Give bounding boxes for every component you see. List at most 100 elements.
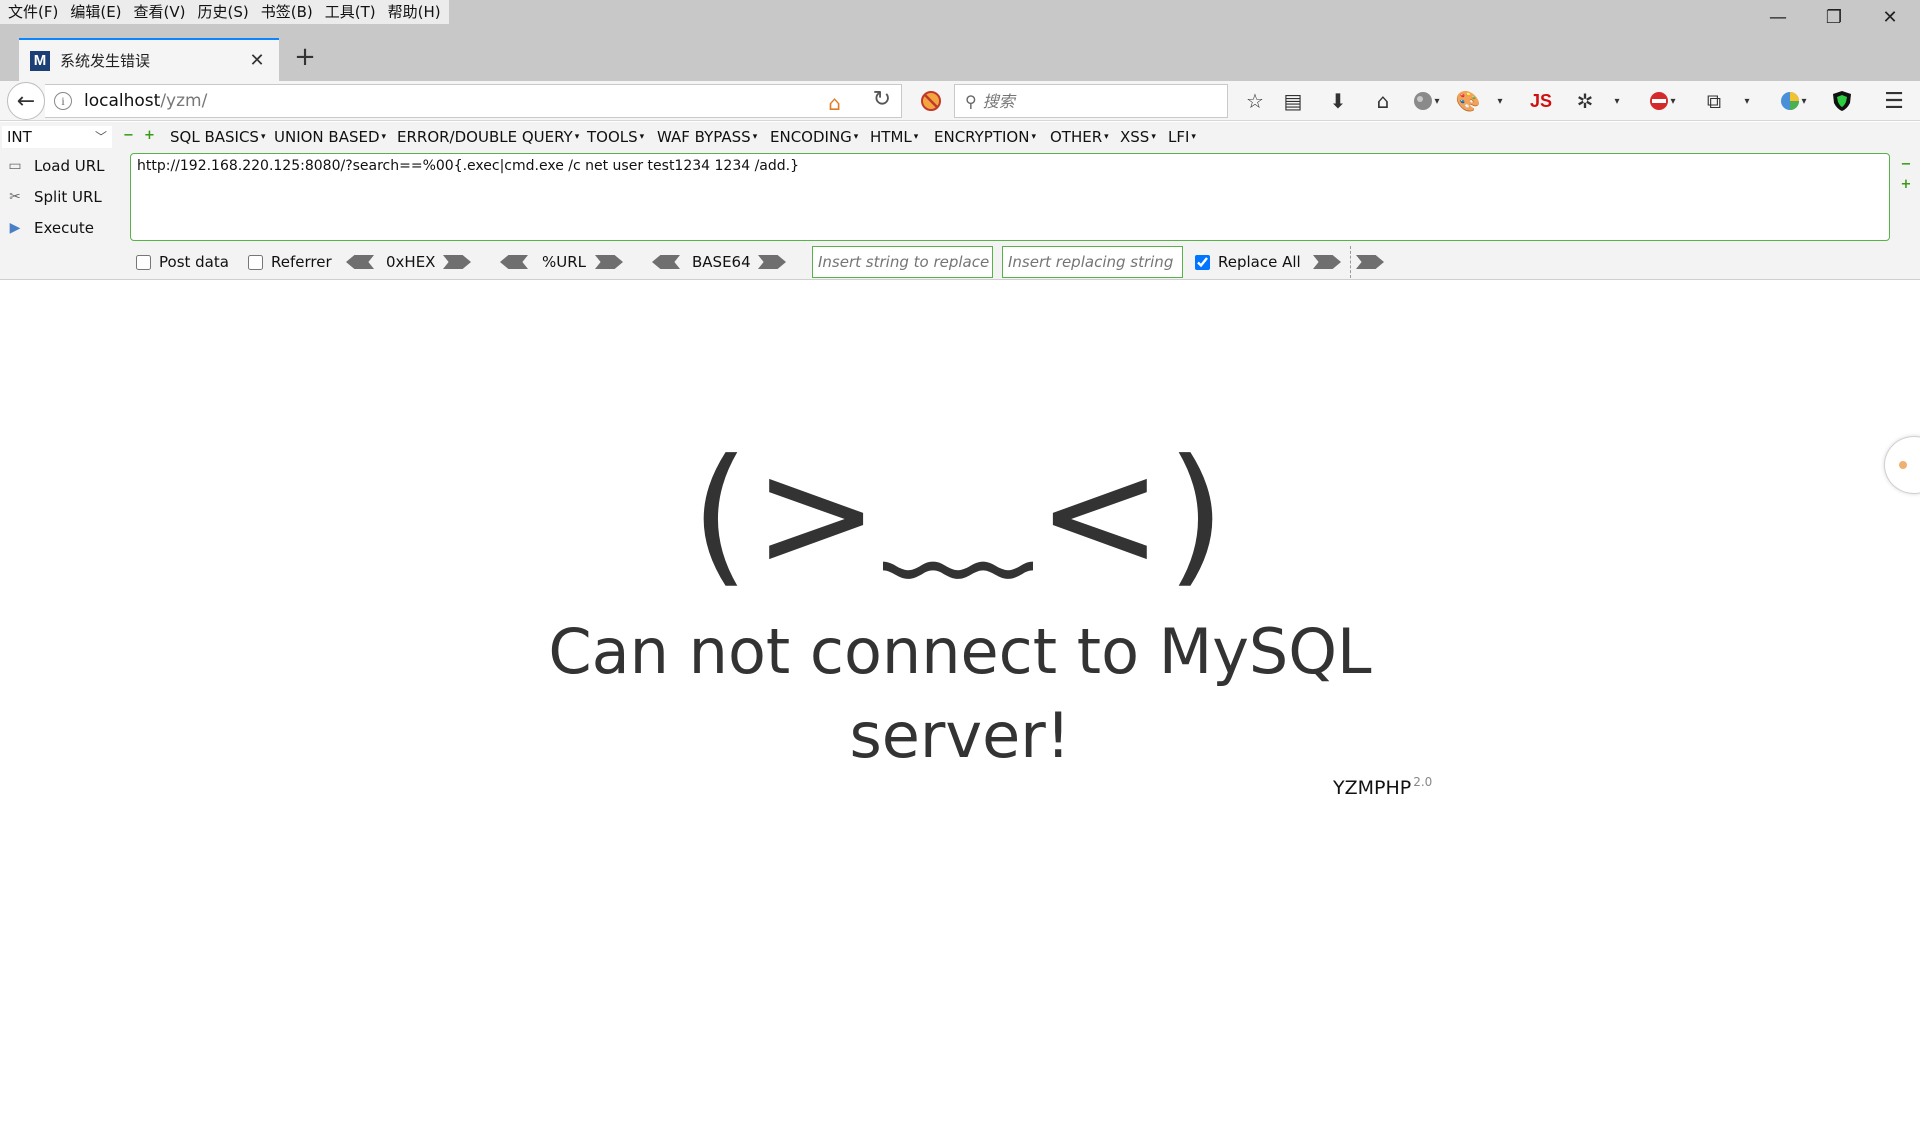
execute-button[interactable]: ▶ Execute [0,215,125,241]
home-button-icon[interactable]: ⌂ [1370,87,1396,115]
menu-encoding[interactable]: ENCODING ▾ [770,126,858,148]
menu-bar: 文件(F) 编辑(E) 查看(V) 历史(S) 书签(B) 工具(T) 帮助(H… [0,0,449,24]
palette-dropdown-icon[interactable]: ▾ [1490,87,1510,115]
reload-icon[interactable]: ↻ [873,87,891,112]
menu-file[interactable]: 文件(F) [4,0,66,24]
post-data-checkbox[interactable]: Post data [136,252,229,272]
hex-decode-arrow-icon[interactable] [346,255,374,269]
tab-title: 系统发生错误 [60,52,151,70]
menu-lfi[interactable]: LFI ▾ [1168,126,1196,148]
scissors-icon: ✂ [9,189,21,205]
menu-tools[interactable]: TOOLS ▾ [587,126,644,148]
menu-waf-bypass[interactable]: WAF BYPASS ▾ [657,126,757,148]
globe-addon-icon[interactable]: ▾ [1408,87,1444,115]
browser-titlebar: 文件(F) 编辑(E) 查看(V) 历史(S) 书签(B) 工具(T) 帮助(H… [0,0,1920,81]
hex-encode-arrow-icon[interactable] [443,255,471,269]
menu-encryption[interactable]: ENCRYPTION ▾ [934,126,1036,148]
replace-all-label: Replace All [1218,253,1301,271]
menu-union-based[interactable]: UNION BASED ▾ [274,126,386,148]
injection-type-select[interactable]: INT ﹀ [2,126,112,148]
error-face: (>﹏<) [690,428,1230,602]
home-icon[interactable]: ⌂ [828,91,841,115]
execute-label: Execute [34,219,94,237]
palette-icon[interactable]: 🎨 [1455,87,1481,115]
tab-close-icon[interactable]: ✕ [245,50,269,71]
new-tab-button[interactable]: + [290,42,320,72]
back-button[interactable]: ← [7,82,45,120]
load-url-icon: ▭ [8,158,22,174]
url-encode-arrow-icon[interactable] [595,255,623,269]
base64-label: BASE64 [692,253,751,271]
search-icon: ⚲ [965,91,977,111]
load-url-label: Load URL [34,157,105,175]
close-window-button[interactable]: ✕ [1862,0,1918,34]
hackbar-panel: INT ﹀ − + SQL BASICS ▾ UNION BASED ▾ ERROR… [0,122,1920,280]
replace-string-input[interactable] [812,246,993,278]
reading-list-icon[interactable]: ▤ [1280,87,1306,115]
back-arrow-icon: ← [16,88,36,114]
menu-edit[interactable]: 编辑(E) [66,0,129,24]
post-data-check[interactable] [136,254,151,270]
load-url-button[interactable]: ▭ Load URL [0,153,125,179]
search-box[interactable]: ⚲ [954,84,1228,118]
brand-name: YZMPHP [1333,777,1412,799]
brand-version: 2.0 [1413,775,1433,789]
post-data-label: Post data [159,253,229,271]
framework-brand: YZMPHP 2.0 [1333,775,1432,799]
search-input[interactable] [982,91,1203,111]
replace-next-arrow-icon[interactable] [1356,255,1384,269]
decrease-icon[interactable]: − [123,129,134,142]
shrink-textarea-icon[interactable]: − [1900,158,1912,171]
tab-active[interactable]: M 系统发生错误 ✕ [19,38,279,81]
menu-html[interactable]: HTML ▾ [870,126,918,148]
replace-all-check[interactable] [1195,254,1210,270]
base64-encode-arrow-icon[interactable] [758,255,786,269]
info-icon[interactable]: i [54,92,72,110]
replacing-string-input[interactable] [1002,246,1183,278]
play-icon: ▶ [9,220,21,236]
address-bar[interactable]: i localhost/yzm/ ⌂ ↻ [45,84,902,118]
js-toggle-icon[interactable]: JS [1525,87,1557,115]
split-url-label: Split URL [34,188,102,206]
increase-icon[interactable]: + [144,129,155,142]
split-url-button[interactable]: ✂ Split URL [0,184,125,210]
menu-history[interactable]: 历史(S) [194,0,257,24]
replace-go-arrow-icon[interactable] [1313,255,1341,269]
menu-view[interactable]: 查看(V) [130,0,194,24]
url-textarea[interactable]: http://192.168.220.125:8080/?search==%00… [130,153,1890,241]
injection-type-value: INT [7,128,32,146]
menu-bookmarks[interactable]: 书签(B) [257,0,321,24]
tab-switch-dropdown-icon[interactable]: ▾ [1737,87,1757,115]
tab-switch-icon[interactable]: ⧉ [1700,87,1728,115]
url-host: localhost [84,91,161,111]
hex-label: 0xHEX [386,253,436,271]
divider [1350,246,1351,278]
menu-other[interactable]: OTHER ▾ [1050,126,1109,148]
menu-xss[interactable]: XSS ▾ [1120,126,1156,148]
menu-tools[interactable]: 工具(T) [321,0,384,24]
menu-help[interactable]: 帮助(H) [384,0,449,24]
restore-button[interactable]: ❐ [1806,0,1862,34]
base64-decode-arrow-icon[interactable] [652,255,680,269]
referrer-check[interactable] [248,254,263,270]
hamburger-menu-icon[interactable]: ☰ [1880,87,1908,115]
site-favicon-icon: M [30,50,50,71]
shield-addon-icon[interactable]: ▾ [1642,87,1682,115]
bookmark-star-icon[interactable]: ☆ [1242,87,1268,115]
download-icon[interactable]: ⬇ [1325,87,1351,115]
menu-error-double-query[interactable]: ERROR/DOUBLE QUERY ▾ [397,126,579,148]
url-decode-arrow-icon[interactable] [500,255,528,269]
minimize-button[interactable]: — [1750,0,1806,34]
bug-icon[interactable]: ✲ [1572,87,1598,115]
menu-sql-basics[interactable]: SQL BASICS ▾ [170,126,265,148]
referrer-checkbox[interactable]: Referrer [248,252,332,272]
error-message: Can not connect to MySQL server! [548,615,1372,772]
expand-textarea-icon[interactable]: + [1900,178,1912,191]
chevron-down-icon: ﹀ [94,130,107,144]
replace-all-checkbox[interactable]: Replace All [1195,252,1301,272]
bug-dropdown-icon[interactable]: ▾ [1607,87,1627,115]
widget-dot-icon [1899,461,1907,469]
security-shield-icon[interactable] [1828,87,1856,115]
block-icon[interactable] [918,87,944,115]
color-wheel-icon[interactable]: ▾ [1773,87,1813,115]
